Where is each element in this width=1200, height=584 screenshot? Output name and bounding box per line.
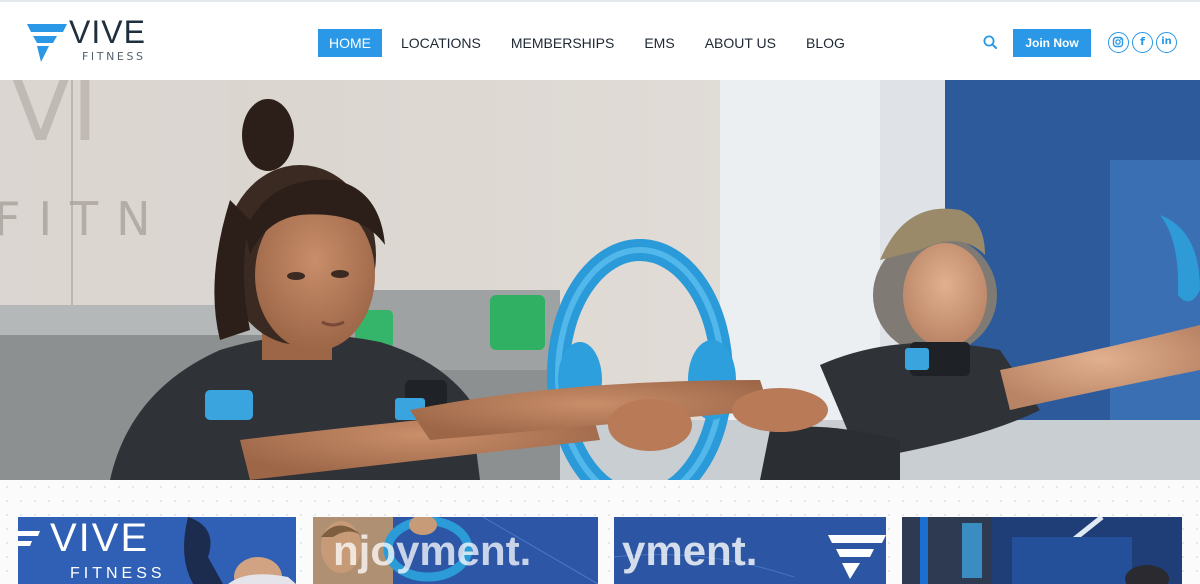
brand-name: VIVE	[69, 14, 146, 50]
card-title: njoyment.	[333, 527, 532, 574]
card-title: yment.	[622, 527, 758, 574]
card-title: VIVE	[50, 517, 150, 560]
card-payment[interactable]: yment.	[614, 517, 886, 584]
wall-sub-text: FITN	[0, 192, 169, 246]
nav-about-us[interactable]: ABOUT US	[694, 29, 787, 57]
main-nav: HOME LOCATIONS MEMBERSHIPS EMS ABOUT US …	[318, 29, 864, 57]
nav-blog[interactable]: BLOG	[795, 29, 856, 57]
site-header: VIVE FITNESS HOME LOCATIONS MEMBERSHIPS …	[0, 0, 1200, 80]
feature-cards: VIVE FITNESS njoyment. yment.	[0, 480, 1200, 584]
nav-ems[interactable]: EMS	[633, 29, 685, 57]
hero-photo: VI FITN	[0, 80, 1200, 480]
linkedin-icon[interactable]: in	[1156, 32, 1177, 53]
facebook-icon[interactable]: f	[1132, 32, 1153, 53]
card-enjoyment[interactable]: njoyment.	[313, 517, 598, 584]
nav-memberships[interactable]: MEMBERSHIPS	[500, 29, 625, 57]
card-subtitle: FITNESS	[70, 565, 166, 582]
nav-locations[interactable]: LOCATIONS	[390, 29, 492, 57]
nav-home[interactable]: HOME	[318, 29, 382, 57]
join-now-button[interactable]: Join Now	[1013, 29, 1091, 57]
card-vive-fitness[interactable]: VIVE FITNESS	[18, 517, 296, 584]
instagram-icon[interactable]	[1108, 32, 1129, 53]
brand-logo[interactable]: VIVE FITNESS	[27, 14, 167, 66]
search-icon[interactable]	[981, 33, 999, 51]
hero-banner: VI FITN	[0, 80, 1200, 480]
brand-tagline: FITNESS	[82, 50, 146, 63]
wall-logo-text: VI	[10, 80, 98, 162]
card-studio[interactable]	[902, 517, 1182, 584]
card-image	[902, 517, 1182, 584]
vive-logo-icon	[27, 24, 67, 62]
